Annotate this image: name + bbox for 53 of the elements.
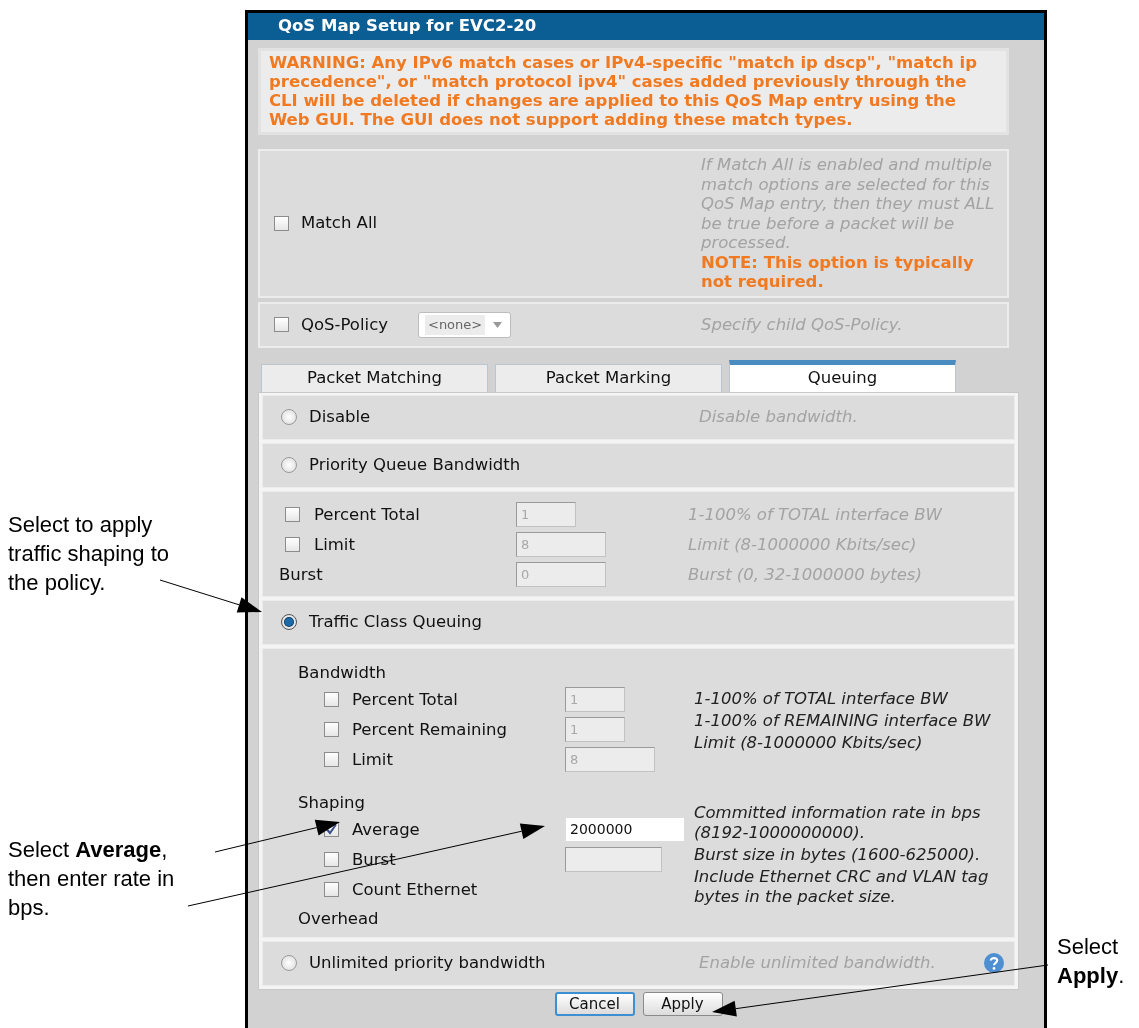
help-text: Specify child QoS-Policy. [701, 314, 904, 335]
checkbox-label: Count Ethernet [352, 879, 478, 900]
tab[interactable]: Packet Marking [495, 363, 722, 392]
checkbox-label: Burst [352, 849, 396, 870]
help-text: Burst (0, 32-1000000 bytes) [688, 564, 923, 585]
help-text: Committed information rate in bps (8192-1000000000). [694, 802, 982, 843]
radio-label: Priority Queue Bandwidth [309, 455, 521, 475]
group-heading: Shaping [297, 791, 367, 814]
help-text: Include Ethernet CRC and VLAN tag bytes in the packet size. [694, 866, 990, 907]
checkbox-label: Percent Total [352, 689, 458, 710]
radio-button[interactable] [281, 409, 297, 425]
checkbox-label: Average [352, 819, 420, 840]
radio-label: Disable [309, 407, 371, 427]
group-heading: Bandwidth [297, 661, 387, 684]
checkbox[interactable] [274, 215, 289, 231]
policy-dropdown[interactable]: <none> [418, 311, 512, 338]
tab[interactable]: Queuing [729, 359, 956, 392]
help-text: 1-100% of REMAINING interface BW [694, 710, 992, 731]
input-field[interactable]: 2000000 [565, 817, 685, 842]
dialog-button[interactable]: Apply [642, 991, 723, 1016]
checkbox-label: Limit [352, 749, 393, 770]
annotation-text: Select Apply. [1057, 933, 1126, 990]
help-text: Limit (8-1000000 Kbits/sec) [694, 732, 924, 753]
radio-button[interactable] [281, 457, 297, 473]
dialog-title: QoS Map Setup for EVC2-20 [248, 13, 1044, 40]
radio-button[interactable] [281, 955, 297, 971]
help-text: Enable unlimited bandwidth. [699, 953, 936, 973]
warning-text: WARNING: Any IPv6 match cases or IPv4-specific "match ip dscp", "match ip precedence", or "match protocol ipv4" cases added previously through the CLI will be deleted if changes are applied to this QoS Map entry using the Web GUI. The GUI does not support adding these match types. [258, 48, 1009, 135]
help-icon[interactable] [984, 953, 1004, 973]
checkbox[interactable] [324, 882, 339, 897]
tab[interactable]: Packet Matching [261, 363, 488, 392]
help-text: 1-100% of TOTAL interface BW [688, 504, 943, 525]
caret-icon [493, 321, 503, 328]
field-label: Limit [314, 534, 355, 555]
checkbox[interactable] [274, 317, 289, 332]
dialog-button[interactable]: Cancel [554, 991, 635, 1016]
checkbox-label: QoS-Policy [301, 314, 388, 335]
radio-button[interactable] [281, 614, 297, 630]
note-text: NOTE: This option is typically not required. [701, 252, 975, 292]
radio-label: Traffic Class Queuing [309, 612, 483, 632]
help-text: If Match All is enabled and multiple match options are selected for this QoS Map entry, then they must ALL be true before a packet will be processed. [701, 155, 996, 253]
field-label: Percent Total [314, 504, 420, 525]
checkbox-label: Percent Remaining [352, 719, 507, 740]
help-text: 1-100% of TOTAL interface BW [694, 688, 949, 709]
checkbox-label: Match All [301, 213, 378, 234]
annotation-text: Select to apply traffic shaping to the policy. [7, 511, 171, 597]
radio-label: Unlimited priority bandwidth [309, 953, 546, 973]
help-text: Limit (8-1000000 Kbits/sec) [688, 534, 918, 555]
annotation-text: Select Average, then enter rate in bps. [7, 836, 176, 922]
checkbox-label: Overhead [297, 908, 380, 930]
field-label: Burst [279, 564, 323, 585]
help-text: Burst size in bytes (1600-625000). [694, 844, 982, 865]
help-text: Disable bandwidth. [699, 407, 858, 427]
